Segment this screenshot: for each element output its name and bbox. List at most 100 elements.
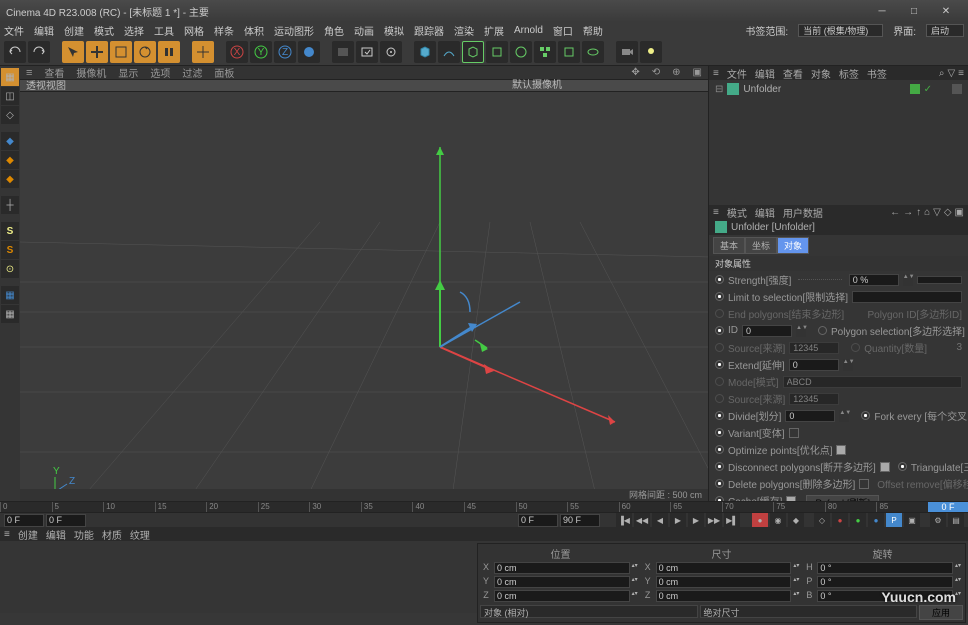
object-tree[interactable]: ⊟ Unfolder ✓ [709, 80, 968, 205]
rot-h[interactable] [817, 562, 953, 574]
mat-material[interactable]: 材质 [102, 527, 122, 542]
snap-toggle[interactable]: S [1, 222, 19, 240]
rot-p[interactable] [817, 576, 953, 588]
back-icon[interactable]: ← [890, 207, 900, 218]
scale-tool[interactable] [110, 41, 132, 63]
undo-button[interactable] [4, 41, 26, 63]
mode-input[interactable] [783, 376, 962, 388]
redo-button[interactable] [28, 41, 50, 63]
axis-modify[interactable]: ┼ [1, 196, 19, 214]
delete-check[interactable] [859, 479, 869, 489]
cube-primitive[interactable] [414, 41, 436, 63]
key-param[interactable]: P [886, 513, 902, 527]
y-axis-button[interactable]: Y [250, 41, 272, 63]
tab-coord[interactable]: 坐标 [745, 237, 777, 254]
mograph-button[interactable] [534, 41, 556, 63]
optimize-check[interactable] [836, 445, 846, 455]
z-axis-button[interactable]: Z [274, 41, 296, 63]
visibility-tag[interactable] [910, 84, 920, 94]
strength-input[interactable] [849, 274, 899, 286]
coord-mode-dd[interactable]: 对象 (相对) [480, 605, 698, 618]
keysel-button[interactable]: ◇ [814, 513, 830, 527]
tag-button[interactable] [582, 41, 604, 63]
menu-simulate[interactable]: 模拟 [384, 23, 404, 38]
objpanel-tags[interactable]: 标签 [839, 66, 859, 81]
material-manager[interactable] [2, 543, 477, 623]
recent-tool[interactable] [158, 41, 180, 63]
tl-opt2[interactable]: ▤ [948, 513, 964, 527]
timeline-ruler[interactable]: 051015202530354045505560657075808590 [0, 502, 928, 512]
next-frame[interactable]: ▶ [688, 513, 704, 527]
extend-input[interactable] [789, 359, 839, 371]
select-tool[interactable] [62, 41, 84, 63]
menu-mesh[interactable]: 网格 [184, 23, 204, 38]
source-input[interactable] [789, 342, 839, 354]
limit-input[interactable] [852, 291, 962, 303]
mat-create[interactable]: 创建 [18, 527, 38, 542]
objpanel-file[interactable]: 文件 [727, 66, 747, 81]
maximize-button[interactable]: □ [898, 0, 930, 22]
vp-nav-icon[interactable]: ✥ [625, 67, 645, 78]
vp-max-icon[interactable]: ▣ [687, 67, 708, 78]
mat-texture[interactable]: 纹理 [130, 527, 150, 542]
menu-character[interactable]: 角色 [324, 23, 344, 38]
workplane-mode[interactable]: ◇ [1, 106, 19, 124]
strength-spinner[interactable]: ▲▼ [903, 274, 913, 286]
pos-z[interactable] [494, 590, 630, 602]
spline-primitive[interactable] [438, 41, 460, 63]
timeline[interactable]: 051015202530354045505560657075808590 0 F [0, 501, 968, 513]
generator-button[interactable] [462, 41, 484, 63]
size-y[interactable] [656, 576, 792, 588]
current-frame[interactable] [46, 514, 86, 527]
pos-x[interactable] [494, 562, 630, 574]
size-z[interactable] [656, 590, 792, 602]
attr-userdata[interactable]: 用户数据 [783, 205, 823, 220]
mat-func[interactable]: 功能 [74, 527, 94, 542]
size-x[interactable] [656, 562, 792, 574]
rotate-tool[interactable] [134, 41, 156, 63]
viewport-3d[interactable]: X Y Z [20, 92, 708, 489]
menu-window[interactable]: 窗口 [553, 23, 573, 38]
filter-icon[interactable]: ▽ [947, 68, 955, 79]
coord-system-button[interactable] [298, 41, 320, 63]
attr-mode[interactable]: 模式 [727, 205, 747, 220]
up-icon[interactable]: ↑ [916, 207, 921, 218]
vp-filter[interactable]: 过滤 [176, 65, 208, 80]
deformer-button[interactable] [486, 41, 508, 63]
axis-lock[interactable] [192, 41, 214, 63]
environment-button[interactable] [510, 41, 532, 63]
prev-key[interactable]: ◀◀ [634, 513, 650, 527]
menu-render[interactable]: 渲染 [454, 23, 474, 38]
layout-dropdown[interactable]: 当前 (根集/物理) [798, 24, 883, 37]
interface-dropdown[interactable]: 启动 [926, 24, 964, 37]
vp-camera[interactable]: 摄像机 [70, 65, 112, 80]
menu-volume[interactable]: 体积 [244, 23, 264, 38]
x-axis-button[interactable]: X [226, 41, 248, 63]
tl-opt1[interactable]: ⚙ [930, 513, 946, 527]
vp-view[interactable]: 查看 [38, 65, 70, 80]
vp-panel[interactable]: 面板 [208, 65, 240, 80]
object-name[interactable]: Unfolder [743, 84, 781, 95]
menu-select[interactable]: 选择 [124, 23, 144, 38]
id-input[interactable] [742, 325, 792, 337]
objpanel-edit[interactable]: 编辑 [755, 66, 775, 81]
objpanel-bookmarks[interactable]: 书签 [867, 66, 887, 81]
workplane-toggle[interactable]: ▦ [1, 286, 19, 304]
range-end[interactable] [560, 514, 600, 527]
field-button[interactable] [558, 41, 580, 63]
size-mode-dd[interactable]: 绝对尺寸 [700, 605, 918, 618]
texture-mode[interactable]: ◫ [1, 87, 19, 105]
start-frame[interactable] [4, 514, 44, 527]
edge-mode[interactable]: ◆ [1, 151, 19, 169]
autokey-button[interactable]: ◉ [770, 513, 786, 527]
attr-edit[interactable]: 编辑 [755, 205, 775, 220]
goto-start[interactable]: ▐◀ [616, 513, 632, 527]
workplane-lock[interactable]: ▦ [1, 305, 19, 323]
point-mode[interactable]: ◆ [1, 132, 19, 150]
light-button[interactable] [640, 41, 662, 63]
move-tool[interactable] [86, 41, 108, 63]
range-start[interactable] [518, 514, 558, 527]
enable-dot[interactable]: ✓ [924, 84, 932, 95]
key-pos[interactable]: ● [832, 513, 848, 527]
play-button[interactable]: ▶ [670, 513, 686, 527]
